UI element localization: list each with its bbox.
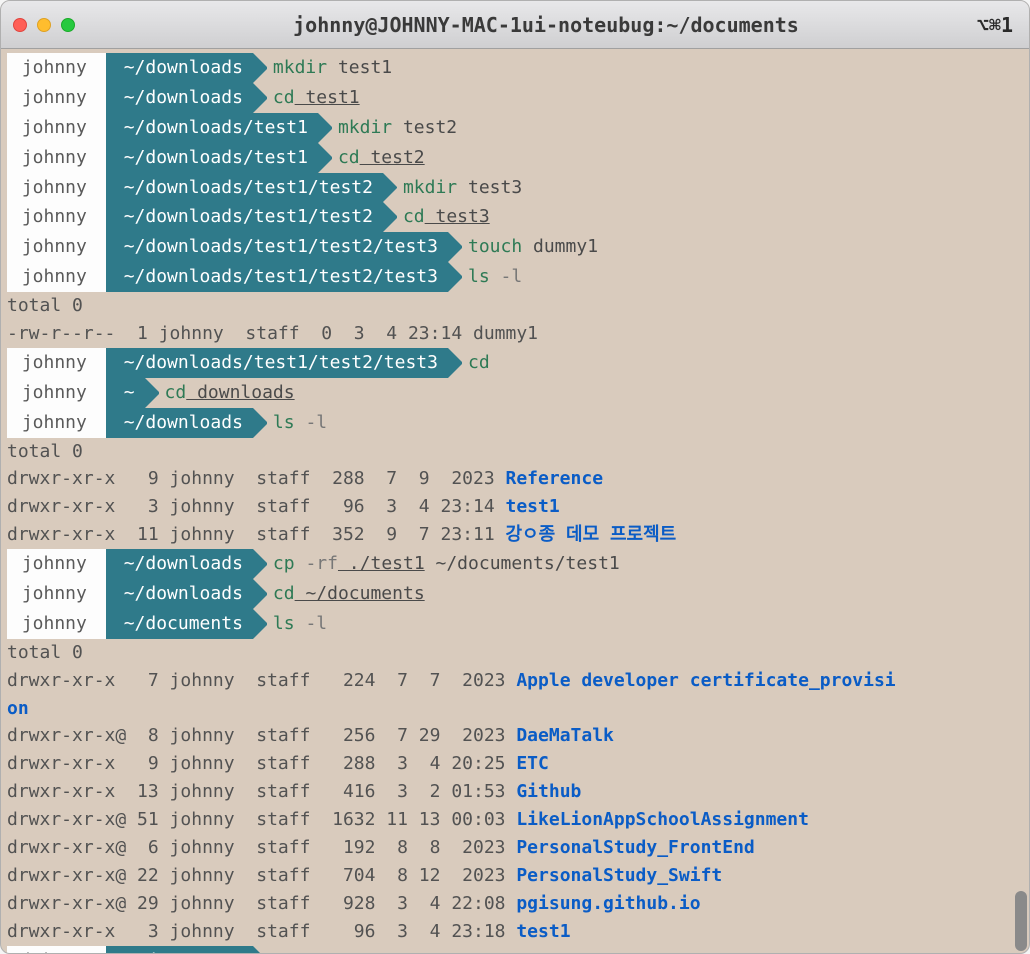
- prompt-line: johnny ~/downloads/test1/test2/test3 ls -…: [7, 262, 1023, 292]
- output-line: total 0: [7, 438, 1023, 466]
- prompt-path: ~/downloads: [106, 53, 253, 83]
- command: mkdir test2: [338, 117, 457, 138]
- ls-row: drwxr-xr-x 13 johnny staff 416 3 2 01:53…: [7, 778, 1023, 806]
- prompt-line: johnny ~ cd downloads: [7, 378, 1023, 408]
- prompt-line: johnny ~/downloads/test1 mkdir test2: [7, 113, 1023, 143]
- traffic-lights: [13, 18, 75, 32]
- terminal-window: johnny@JOHNNY-MAC-1ui-noteubug:~/documen…: [0, 0, 1030, 954]
- prompt-path: ~/downloads/test1: [106, 143, 318, 173]
- ls-row: drwxr-xr-x 3 johnny staff 96 3 4 23:18 t…: [7, 918, 1023, 946]
- ls-row: drwxr-xr-x 7 johnny staff 224 7 7 2023 A…: [7, 667, 1023, 695]
- prompt-user: johnny: [7, 579, 106, 609]
- output-line: total 0: [7, 292, 1023, 320]
- prompt-line: johnny ~/downloads mkdir test1: [7, 53, 1023, 83]
- command: ls -l: [468, 266, 522, 287]
- prompt-user: johnny: [7, 609, 106, 639]
- prompt-user: johnny: [7, 348, 106, 378]
- prompt-line: johnny ~/downloads/test1 cd test2: [7, 143, 1023, 173]
- prompt-user: johnny: [7, 113, 106, 143]
- ls-filename: DaeMaTalk: [516, 725, 614, 746]
- ls-filename: pgisung.github.io: [516, 893, 700, 914]
- ls-filename: test1: [506, 496, 560, 517]
- prompt-path: ~/downloads: [106, 549, 253, 579]
- command: mkdir test1: [273, 57, 392, 78]
- prompt-line: johnny ~/downloads/test1/test2/test3 cd: [7, 348, 1023, 378]
- command: cd test3: [403, 206, 490, 227]
- ls-row-wrap: on: [7, 695, 1023, 723]
- prompt-path: ~: [106, 378, 145, 408]
- prompt-path: ~/documents: [106, 946, 253, 953]
- command: ls -l: [273, 412, 327, 433]
- prompt-user: johnny: [7, 378, 106, 408]
- prompt-line: johnny ~/downloads cd test1: [7, 83, 1023, 113]
- prompt-user: johnny: [7, 173, 106, 203]
- ls-filename: PersonalStudy_Swift: [516, 865, 722, 886]
- ls-row: drwxr-xr-x 11 johnny staff 352 9 7 23:11…: [7, 521, 1023, 549]
- ls-filename: Reference: [506, 468, 604, 489]
- command: cd ~/documents: [273, 583, 425, 604]
- output-line: total 0: [7, 639, 1023, 667]
- prompt-line: johnny ~/documents: [7, 946, 1023, 953]
- prompt-path: ~/downloads/test1/test2/test3: [106, 232, 448, 262]
- output-line: -rw-r--r-- 1 johnny staff 0 3 4 23:14 du…: [7, 320, 1023, 348]
- prompt-user: johnny: [7, 143, 106, 173]
- terminal-viewport[interactable]: johnny ~/downloads mkdir test1 johnny ~/d…: [1, 49, 1029, 953]
- ls-row: drwxr-xr-x 3 johnny staff 96 3 4 23:14 t…: [7, 493, 1023, 521]
- command: cd test2: [338, 147, 425, 168]
- scrollbar[interactable]: [1015, 49, 1027, 953]
- prompt-line: johnny ~/downloads/test1/test2 mkdir test…: [7, 173, 1023, 203]
- ls-row: drwxr-xr-x@ 6 johnny staff 192 8 8 2023 …: [7, 834, 1023, 862]
- ls-filename: PersonalStudy_FrontEnd: [516, 837, 754, 858]
- prompt-user: johnny: [7, 549, 106, 579]
- command: ls -l: [273, 613, 327, 634]
- prompt-user: johnny: [7, 262, 106, 292]
- prompt-path: ~/downloads: [106, 408, 253, 438]
- ls-filename: LikeLionAppSchoolAssignment: [516, 809, 809, 830]
- prompt-line: johnny ~/downloads/test1/test2 cd test3: [7, 202, 1023, 232]
- prompt-line: johnny ~/downloads ls -l: [7, 408, 1023, 438]
- prompt-path: ~/documents: [106, 609, 253, 639]
- prompt-path: ~/downloads/test1/test2: [106, 202, 383, 232]
- prompt-path: ~/downloads/test1/test2/test3: [106, 348, 448, 378]
- scrollbar-thumb[interactable]: [1015, 891, 1027, 951]
- prompt-path: ~/downloads/test1: [106, 113, 318, 143]
- prompt-path: ~/downloads/test1/test2/test3: [106, 262, 448, 292]
- ls-row: drwxr-xr-x 9 johnny staff 288 3 4 20:25 …: [7, 750, 1023, 778]
- command: touch dummy1: [468, 236, 598, 257]
- command: cd downloads: [165, 382, 295, 403]
- titlebar[interactable]: johnny@JOHNNY-MAC-1ui-noteubug:~/documen…: [1, 1, 1029, 49]
- command: cd: [468, 352, 490, 373]
- prompt-line: johnny ~/downloads cd ~/documents: [7, 579, 1023, 609]
- window-title: johnny@JOHNNY-MAC-1ui-noteubug:~/documen…: [75, 13, 1017, 37]
- prompt-user: johnny: [7, 53, 106, 83]
- prompt-user: johnny: [7, 408, 106, 438]
- ls-row: drwxr-xr-x 9 johnny staff 288 7 9 2023 R…: [7, 465, 1023, 493]
- ls-filename: test1: [516, 921, 570, 942]
- prompt-path: ~/downloads/test1/test2: [106, 173, 383, 203]
- prompt-user: johnny: [7, 202, 106, 232]
- window-shortcut: ⌥⌘1: [977, 13, 1013, 37]
- prompt-path: ~/downloads: [106, 83, 253, 113]
- ls-filename: 강ㅇ종 데모 프로젝트: [506, 524, 677, 545]
- ls-row: drwxr-xr-x@ 8 johnny staff 256 7 29 2023…: [7, 722, 1023, 750]
- minimize-icon[interactable]: [37, 18, 51, 32]
- ls-row: drwxr-xr-x@ 51 johnny staff 1632 11 13 0…: [7, 806, 1023, 834]
- prompt-user: johnny: [7, 946, 106, 953]
- ls-filename: ETC: [516, 753, 549, 774]
- prompt-user: johnny: [7, 232, 106, 262]
- prompt-line: johnny ~/downloads cp -rf ./test1 ~/docum…: [7, 549, 1023, 579]
- ls-filename: Github: [516, 781, 581, 802]
- prompt-line: johnny ~/documents ls -l: [7, 609, 1023, 639]
- close-icon[interactable]: [13, 18, 27, 32]
- command: cd test1: [273, 87, 360, 108]
- prompt-line: johnny ~/downloads/test1/test2/test3 touc…: [7, 232, 1023, 262]
- prompt-user: johnny: [7, 83, 106, 113]
- ls-row: drwxr-xr-x@ 22 johnny staff 704 8 12 202…: [7, 862, 1023, 890]
- ls-filename: Apple developer certificate_provisi: [516, 670, 895, 691]
- zoom-icon[interactable]: [61, 18, 75, 32]
- prompt-path: ~/downloads: [106, 579, 253, 609]
- command: mkdir test3: [403, 177, 522, 198]
- command: cp -rf ./test1 ~/documents/test1: [273, 553, 620, 574]
- ls-row: drwxr-xr-x@ 29 johnny staff 928 3 4 22:0…: [7, 890, 1023, 918]
